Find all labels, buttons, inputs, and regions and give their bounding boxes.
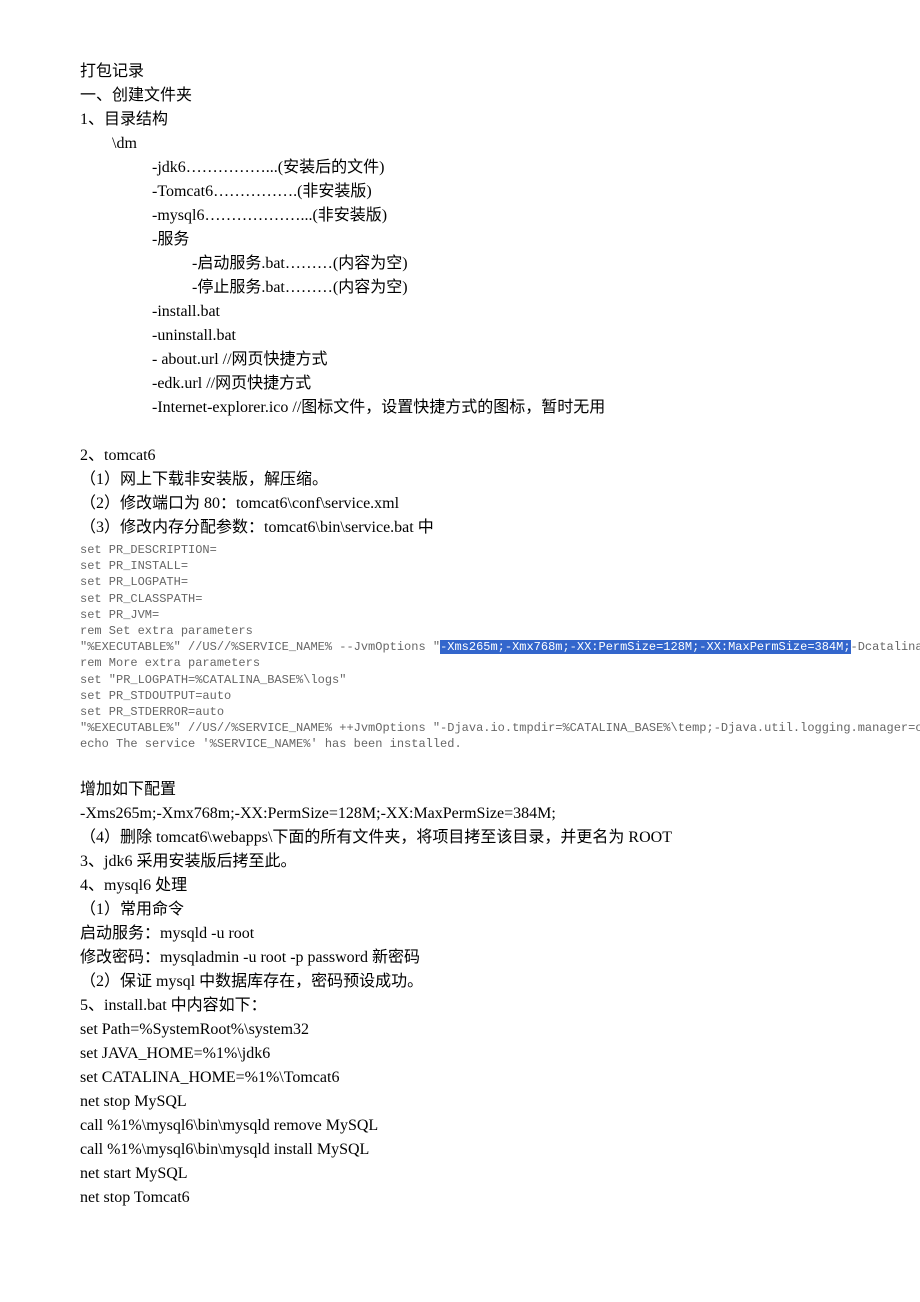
s4-change-password: 修改密码：mysqladmin -u root -p password 新密码 <box>80 946 840 970</box>
tree-jdk: -jdk6……………...(安装后的文件) <box>152 156 840 180</box>
tree-stop-bat: -停止服务.bat………(内容为空) <box>192 276 840 300</box>
s2-step3: （3）修改内存分配参数：tomcat6\bin\service.bat 中 <box>80 516 840 540</box>
s2-step4: （4）删除 tomcat6\webapps\下面的所有文件夹，将项目拷至该目录，… <box>80 826 840 850</box>
highlighted-jvm-options: -Xms265m;-Xmx768m;-XX:PermSize=128M;-XX:… <box>440 640 850 654</box>
tree-service: -服务 <box>152 228 840 252</box>
s4-start-service: 启动服务：mysqld -u root <box>80 922 840 946</box>
tree-dm: \dm <box>112 132 840 156</box>
add-config-label: 增加如下配置 <box>80 778 840 802</box>
doc-title: 打包记录 <box>80 60 840 84</box>
tree-ie-ico: -Internet-explorer.ico //图标文件，设置快捷方式的图标，… <box>152 396 840 420</box>
install-bat-l3: set CATALINA_HOME=%1%\Tomcat6 <box>80 1066 840 1090</box>
tree-uninstall-bat: -uninstall.bat <box>152 324 840 348</box>
section4-heading: 4、mysql6 处理 <box>80 874 840 898</box>
s4-step2: （2）保证 mysql 中数据库存在，密码预设成功。 <box>80 970 840 994</box>
tree-edk-url: -edk.url //网页快捷方式 <box>152 372 840 396</box>
install-bat-l4: net stop MySQL <box>80 1090 840 1114</box>
install-bat-l8: net stop Tomcat6 <box>80 1186 840 1210</box>
tree-tomcat: -Tomcat6…………….(非安装版) <box>152 180 840 204</box>
section5-heading: 5、install.bat 中内容如下： <box>80 994 840 1018</box>
service-bat-code: set PR_DESCRIPTION= set PR_INSTALL= set … <box>80 542 840 752</box>
section1-heading: 一、创建文件夹 <box>80 84 840 108</box>
install-bat-l5: call %1%\mysql6\bin\mysqld remove MySQL <box>80 1114 840 1138</box>
dir-structure-label: 1、目录结构 <box>80 108 840 132</box>
section2-heading: 2、tomcat6 <box>80 444 840 468</box>
tree-install-bat: -install.bat <box>152 300 840 324</box>
s2-step1: （1）网上下载非安装版，解压缩。 <box>80 468 840 492</box>
install-bat-l1: set Path=%SystemRoot%\system32 <box>80 1018 840 1042</box>
install-bat-l7: net start MySQL <box>80 1162 840 1186</box>
s4-step1: （1）常用命令 <box>80 898 840 922</box>
tree-about-url: - about.url //网页快捷方式 <box>152 348 840 372</box>
tree-mysql: -mysql6………………...(非安装版) <box>152 204 840 228</box>
install-bat-l2: set JAVA_HOME=%1%\jdk6 <box>80 1042 840 1066</box>
install-bat-l6: call %1%\mysql6\bin\mysqld install MySQL <box>80 1138 840 1162</box>
s2-step2: （2）修改端口为 80：tomcat6\conf\service.xml <box>80 492 840 516</box>
section3: 3、jdk6 采用安装版后拷至此。 <box>80 850 840 874</box>
tree-start-bat: -启动服务.bat………(内容为空) <box>192 252 840 276</box>
add-config-value: -Xms265m;-Xmx768m;-XX:PermSize=128M;-XX:… <box>80 802 840 826</box>
